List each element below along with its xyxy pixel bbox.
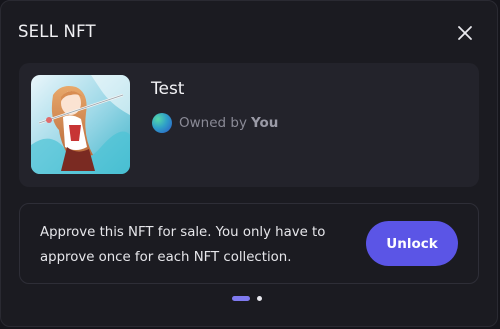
nft-owner: Owned by You — [152, 112, 278, 134]
approval-message: Approve this NFT for sale. You only have… — [40, 225, 326, 265]
owner-avatar-icon — [152, 113, 172, 133]
step-dot — [257, 295, 262, 301]
close-icon[interactable] — [454, 22, 476, 44]
approval-panel: Approve this NFT for sale. You only have… — [19, 203, 479, 284]
modal-title: SELL NFT — [18, 22, 96, 41]
step-dot-active — [232, 295, 250, 301]
owner-name: You — [250, 115, 279, 131]
nft-thumbnail — [31, 75, 130, 174]
step-indicator — [232, 295, 262, 301]
nft-artwork-image — [31, 75, 130, 174]
nft-name: Test — [151, 79, 185, 99]
nft-card: Test Owned by You — [19, 63, 479, 187]
unlock-button[interactable]: Unlock — [366, 221, 458, 266]
owner-label: Owned by — [179, 115, 247, 131]
close-button[interactable] — [454, 22, 476, 44]
sell-nft-modal: SELL NFT Test Owned by You Approve this … — [0, 0, 498, 327]
